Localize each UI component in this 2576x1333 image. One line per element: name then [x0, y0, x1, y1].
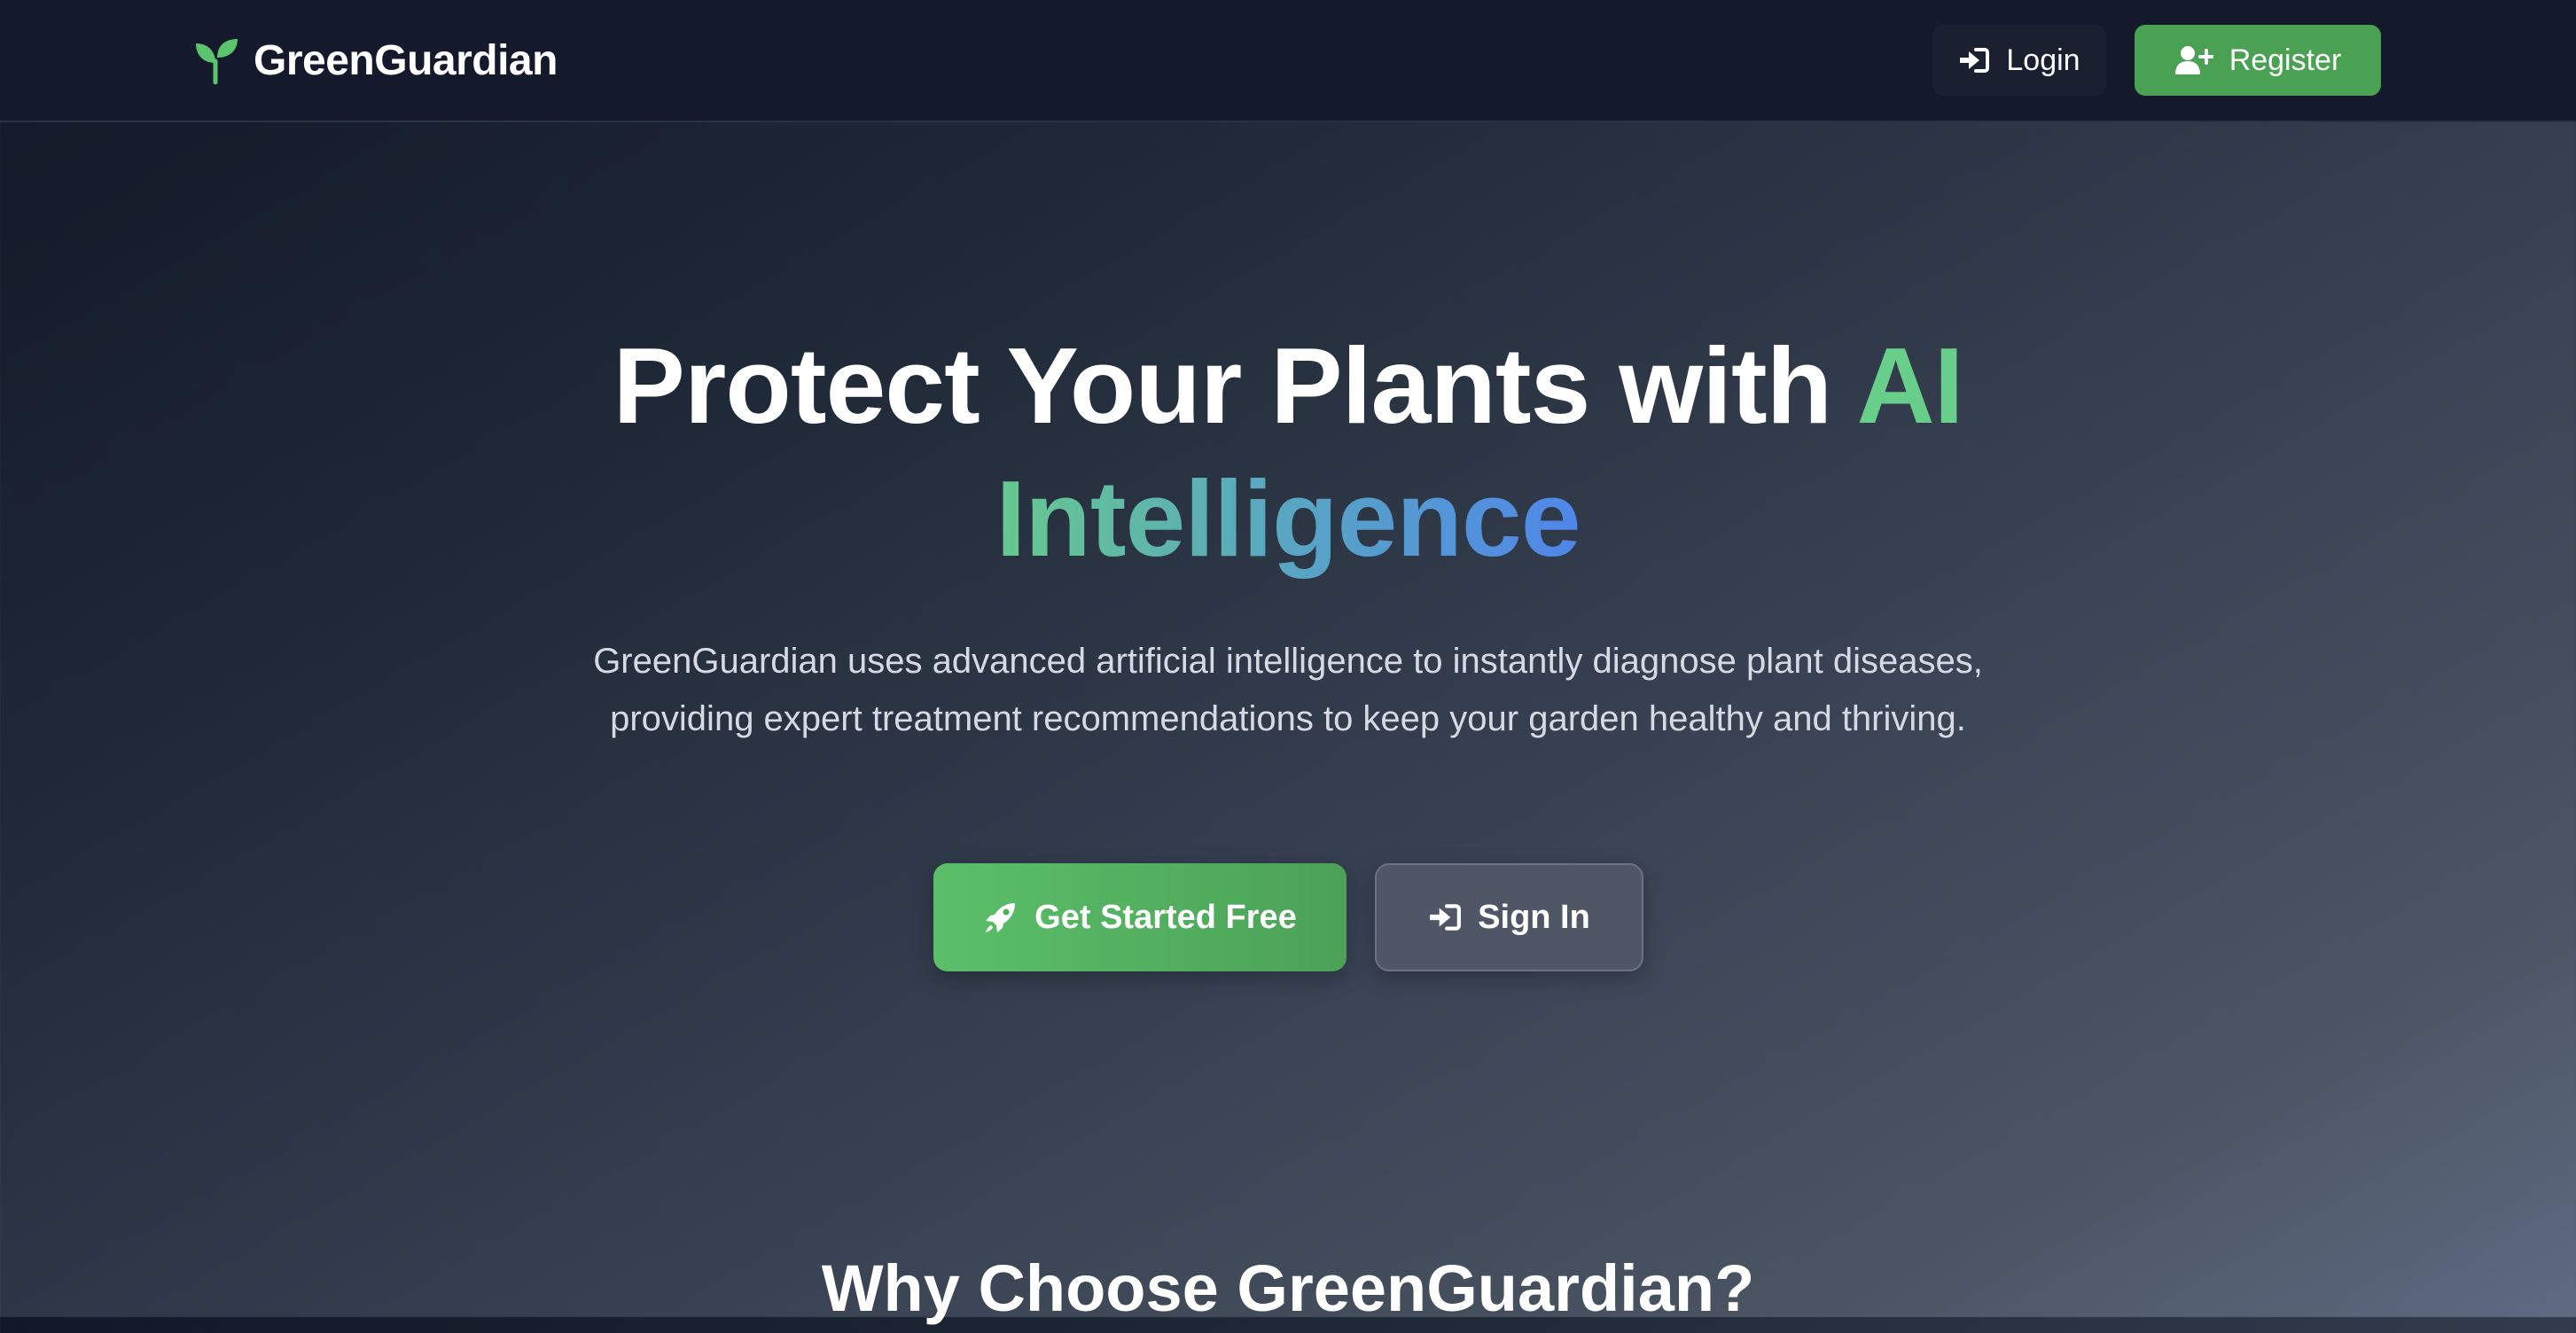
features-section-title: Why Choose GreenGuardian?	[821, 1251, 1755, 1325]
user-plus-icon	[2174, 45, 2213, 75]
hero-title-accent-ai: AI	[1856, 325, 1964, 446]
sign-in-icon	[1428, 902, 1462, 932]
get-started-button[interactable]: Get Started Free	[933, 863, 1347, 971]
hero-description: GreenGuardian uses advanced artificial i…	[593, 642, 1983, 738]
brand-logo[interactable]: GreenGuardian	[193, 34, 558, 87]
get-started-label: Get Started Free	[1034, 898, 1297, 936]
sign-in-button[interactable]: Sign In	[1375, 863, 1643, 971]
login-button[interactable]: Login	[1932, 25, 2106, 96]
rocket-icon	[983, 900, 1019, 935]
hero-title: Protect Your Plants with AI Intelligence	[402, 319, 2174, 585]
register-label: Register	[2229, 43, 2342, 77]
hero-title-text: Protect Your Plants with	[613, 325, 1857, 446]
seedling-icon	[193, 36, 241, 84]
register-button[interactable]: Register	[2135, 25, 2381, 96]
sign-in-label: Sign In	[1478, 898, 1590, 936]
hero-title-accent-intelligence: Intelligence	[995, 458, 1581, 579]
top-navbar: GreenGuardian Login Register	[0, 0, 2576, 122]
sign-in-icon	[1958, 46, 1990, 74]
brand-name: GreenGuardian	[254, 36, 558, 84]
login-label: Login	[2006, 43, 2080, 77]
